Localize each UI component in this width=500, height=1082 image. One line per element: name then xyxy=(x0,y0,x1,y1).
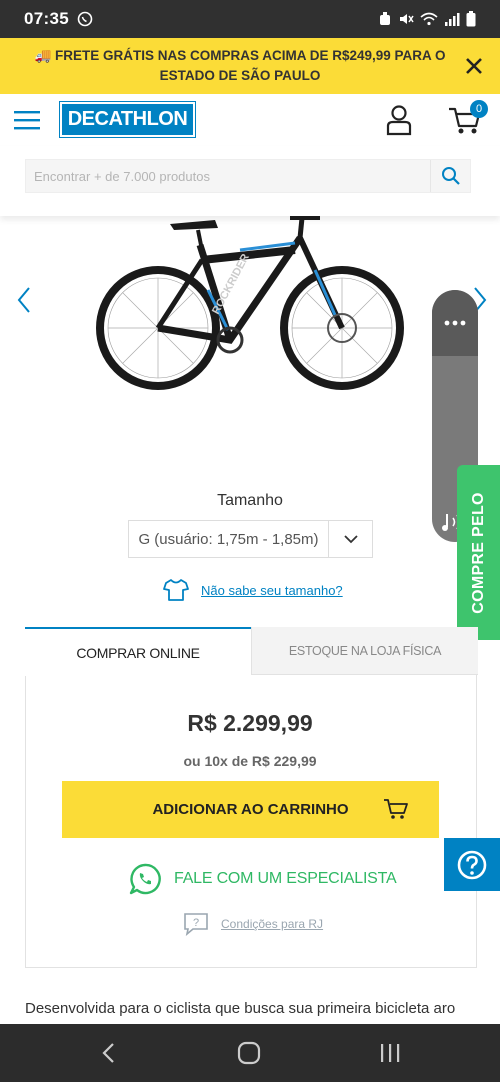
promo-banner: 🚚 FRETE GRÁTIS NAS COMPRAS ACIMA DE R$24… xyxy=(0,38,500,94)
menu-icon[interactable] xyxy=(14,109,40,131)
size-select[interactable]: G (usuário: 1,75m - 1,85m) xyxy=(128,520,373,558)
tab-buy-online[interactable]: COMPRAR ONLINE xyxy=(25,627,251,676)
close-icon[interactable] xyxy=(462,54,486,78)
wifi-icon xyxy=(420,12,438,26)
promo-text: 🚚 FRETE GRÁTIS NAS COMPRAS ACIMA DE R$24… xyxy=(34,48,446,83)
svg-text:?: ? xyxy=(193,917,199,929)
search-input[interactable] xyxy=(26,160,430,192)
whatsapp-label: FALE COM UM ESPECIALISTA xyxy=(174,870,397,887)
size-selected-value: G (usuário: 1,75m - 1,85m) xyxy=(138,530,319,548)
more-options-icon[interactable] xyxy=(444,320,466,326)
mute-icon xyxy=(400,14,414,24)
whatsapp-notification-icon xyxy=(77,11,93,27)
shirt-icon xyxy=(163,579,189,601)
size-help: Não sabe seu tamanho? xyxy=(163,578,343,602)
carousel-prev-icon[interactable] xyxy=(14,285,34,315)
whatsapp-specialist-link[interactable]: FALE COM UM ESPECIALISTA xyxy=(128,862,397,896)
product-price: R$ 2.299,99 xyxy=(187,710,313,736)
system-nav-bar xyxy=(0,1024,500,1082)
conditions-label: Condições para RJ xyxy=(221,917,324,931)
product-image-bike: ROCKRIDER xyxy=(96,216,404,390)
status-time: 07:35 xyxy=(24,9,69,28)
signal-icon xyxy=(445,13,460,26)
product-description: Desenvolvida para o ciclista que busca s… xyxy=(25,1000,456,1017)
cart-icon xyxy=(384,799,408,819)
add-to-cart-label: ADICIONAR AO CARRINHO xyxy=(152,801,349,818)
back-icon[interactable] xyxy=(98,1040,120,1066)
battery-icon xyxy=(466,11,476,27)
tab-store-stock[interactable]: ESTOQUE NA LOJA FÍSICA xyxy=(251,627,478,675)
conditions-link[interactable]: ? Condições para RJ xyxy=(183,912,323,936)
search-box xyxy=(25,159,471,193)
add-to-cart-button[interactable]: ADICIONAR AO CARRINHO xyxy=(62,781,439,838)
recent-apps-icon[interactable] xyxy=(378,1040,402,1066)
home-icon[interactable] xyxy=(236,1040,262,1066)
cart-count-badge: 0 xyxy=(470,100,488,118)
size-dropdown-toggle[interactable] xyxy=(328,521,372,557)
decathlon-logo[interactable]: DECATHLON xyxy=(59,101,196,138)
question-chat-icon: ? xyxy=(184,913,208,936)
size-help-link[interactable]: Não sabe seu tamanho? xyxy=(201,583,343,598)
alarm-icon xyxy=(380,12,390,25)
whatsapp-icon xyxy=(129,863,161,895)
installments-text: ou 10x de R$ 229,99 xyxy=(183,753,317,769)
search-icon xyxy=(441,167,460,185)
size-title: Tamanho xyxy=(217,492,283,509)
search-button[interactable] xyxy=(430,160,470,192)
question-icon xyxy=(457,850,487,879)
status-bar: 07:35 xyxy=(0,0,500,38)
search-bar xyxy=(0,146,500,216)
help-button[interactable] xyxy=(444,838,500,891)
user-icon[interactable] xyxy=(386,104,412,136)
chevron-down-icon xyxy=(343,535,358,544)
header: DECATHLON xyxy=(0,94,500,146)
